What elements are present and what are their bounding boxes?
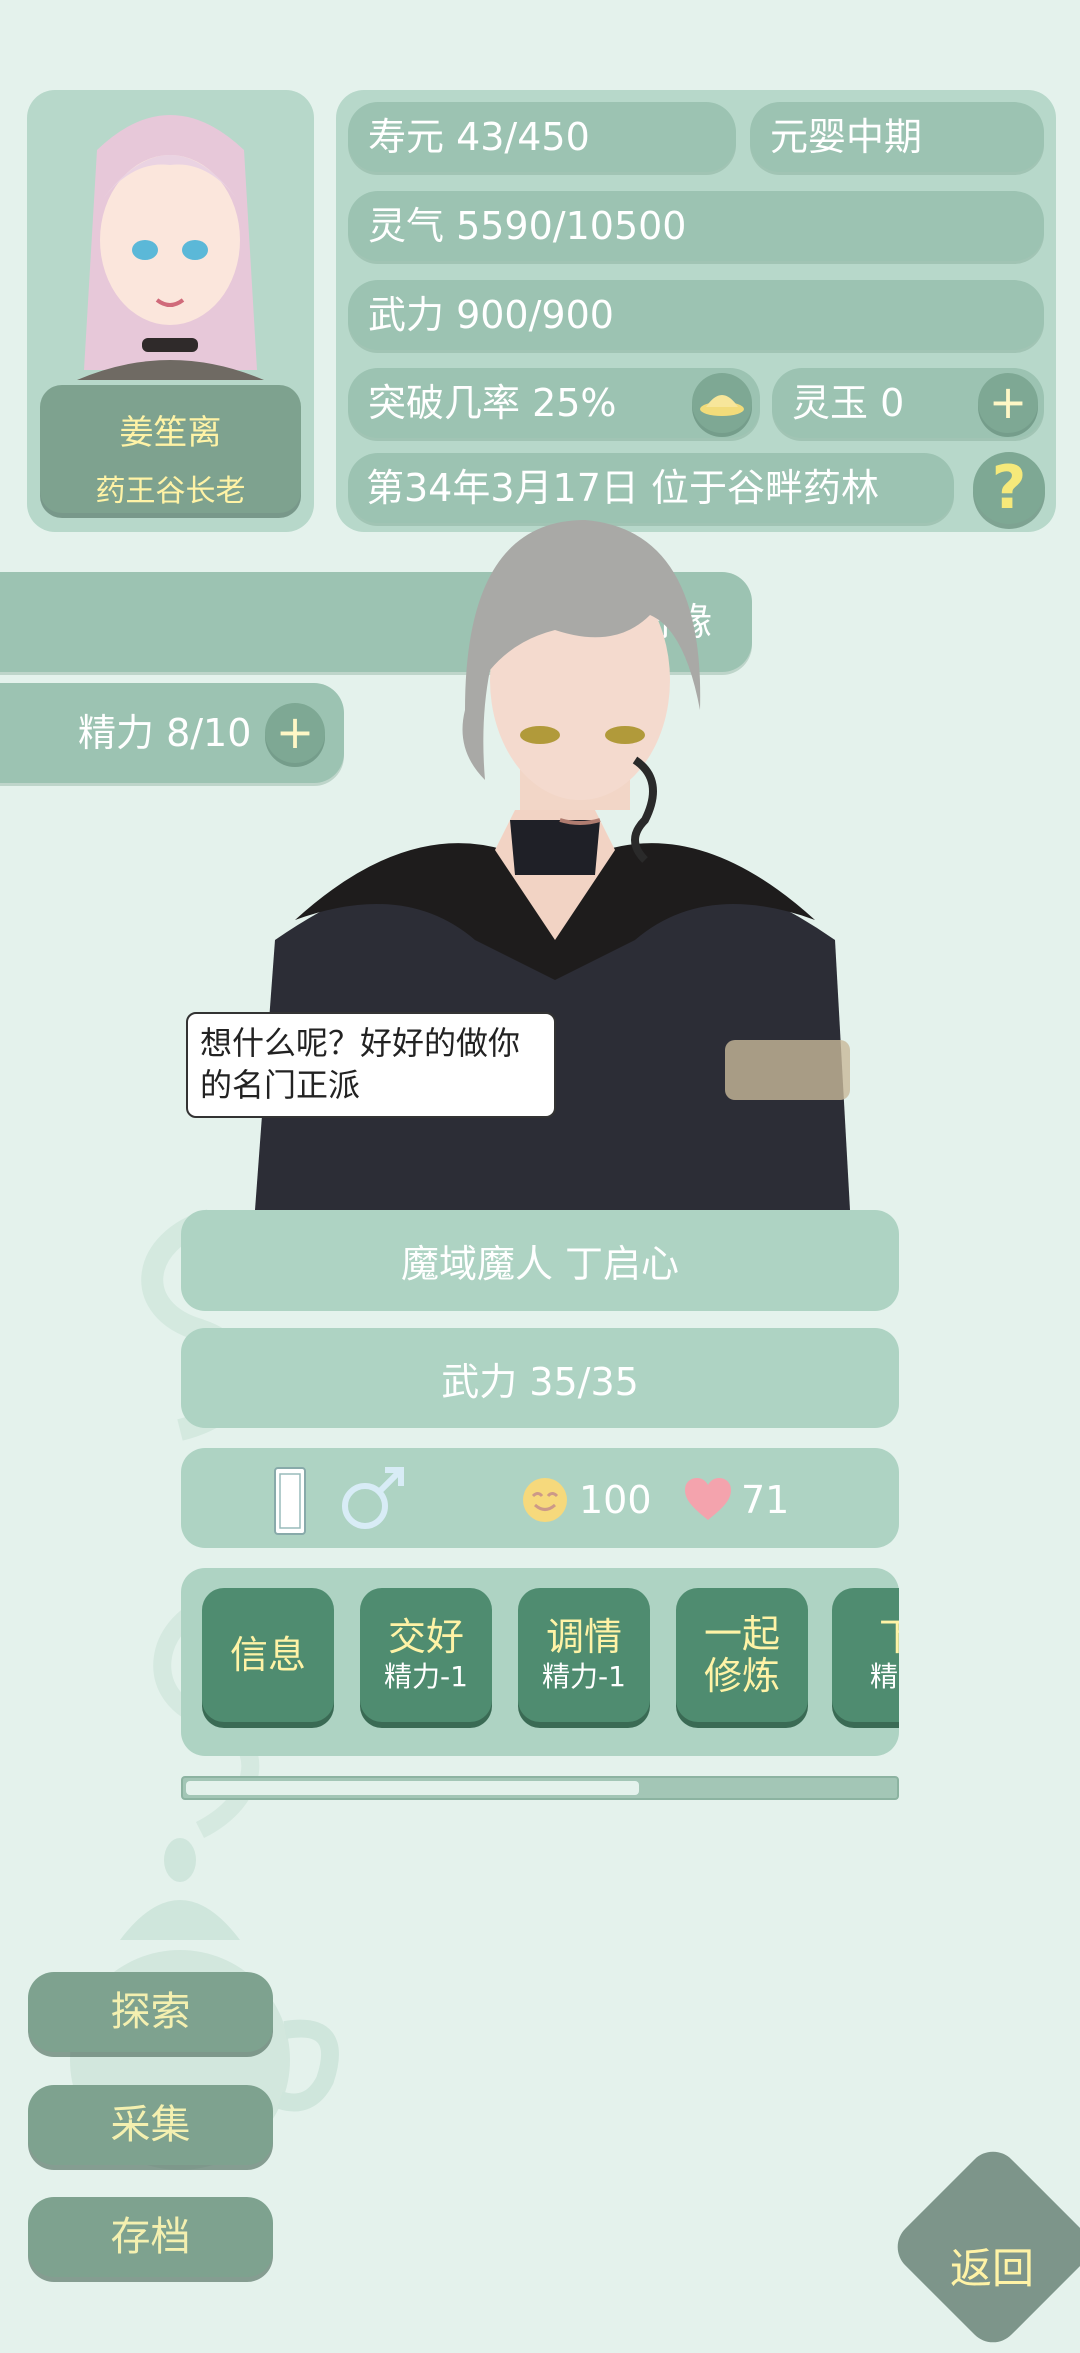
save-label: 存档: [110, 2214, 191, 2260]
action-befriend-label: 交好: [387, 1615, 464, 1659]
action-next-cost: 精力: [869, 1660, 899, 1693]
explore-button[interactable]: 探索: [28, 1972, 273, 2052]
action-next-button[interactable]: 下 精力: [832, 1588, 899, 1722]
gather-label: 采集: [110, 2102, 191, 2148]
back-label: 返回: [950, 2244, 1035, 2293]
save-button[interactable]: 存档: [28, 2197, 273, 2277]
help-icon: ?: [991, 453, 1027, 523]
action-flirt-cost: 精力-1: [542, 1660, 626, 1693]
action-flirt-label: 调情: [545, 1615, 622, 1659]
action-info-button[interactable]: 信息: [202, 1588, 334, 1722]
actions-scrollbar[interactable]: [181, 1776, 899, 1800]
add-jade-button[interactable]: +: [978, 373, 1038, 433]
action-befriend-button[interactable]: 交好 精力-1: [360, 1588, 492, 1722]
action-cultivate-button[interactable]: 一起修炼: [676, 1588, 808, 1722]
gather-button[interactable]: 采集: [28, 2085, 273, 2165]
action-befriend-cost: 精力-1: [384, 1660, 468, 1693]
action-next-label: 下: [878, 1615, 899, 1659]
action-buttons-viewport: 信息 交好 精力-1 调情 精力-1 一起修炼 下 精力: [181, 0, 899, 2340]
help-button[interactable]: ?: [973, 452, 1045, 524]
action-info-label: 信息: [229, 1633, 306, 1677]
action-cultivate-label: 一起修炼: [703, 1612, 780, 1698]
action-flirt-button[interactable]: 调情 精力-1: [518, 1588, 650, 1722]
explore-label: 探索: [110, 1989, 191, 2035]
actions-scrollbar-thumb[interactable]: [186, 1781, 639, 1795]
